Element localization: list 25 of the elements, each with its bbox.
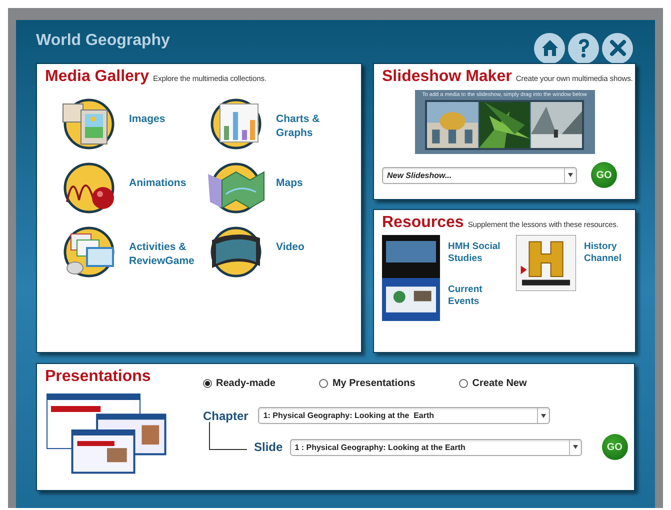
- field-label: Slide: [254, 440, 283, 454]
- resource-link[interactable]: HMH Social Studies: [448, 241, 510, 266]
- go-button[interactable]: GO: [591, 162, 617, 188]
- field-label: Chapter: [203, 408, 248, 422]
- radio-option[interactable]: Create New: [459, 378, 527, 389]
- slide-dropdown[interactable]: 1 : Physical Geography: Looking at the Earth: [290, 438, 582, 456]
- radio-label: Ready-made: [216, 378, 276, 389]
- gallery-item[interactable]: Maps: [206, 162, 353, 214]
- panel-title: Resources: [382, 214, 464, 232]
- slideshow-dropdown[interactable]: New Slideshow...: [382, 166, 577, 184]
- chapter-dropdown[interactable]: 1: Physical Geography: Looking at the Earth: [258, 407, 550, 424]
- radio-label: Create New: [472, 378, 527, 389]
- gallery-item[interactable]: Charts & Graphs: [206, 98, 353, 150]
- gallery-item[interactable]: Activities & ReviewGame: [59, 226, 206, 278]
- gallery-item[interactable]: Animations: [59, 162, 206, 214]
- radio-option[interactable]: Ready-made: [203, 378, 276, 389]
- panel-title: Presentations: [45, 368, 151, 386]
- go-button[interactable]: GO: [602, 434, 628, 460]
- gallery-item[interactable]: Video: [206, 226, 353, 278]
- window-title: World Geography: [36, 32, 170, 50]
- resource-link[interactable]: History Channel: [584, 241, 644, 266]
- gallery-item[interactable]: Images: [59, 98, 206, 150]
- panel-title: Slideshow Maker: [382, 68, 512, 86]
- resource-link[interactable]: Current Events: [448, 284, 510, 308]
- panel-title: Media Gallery: [45, 68, 150, 86]
